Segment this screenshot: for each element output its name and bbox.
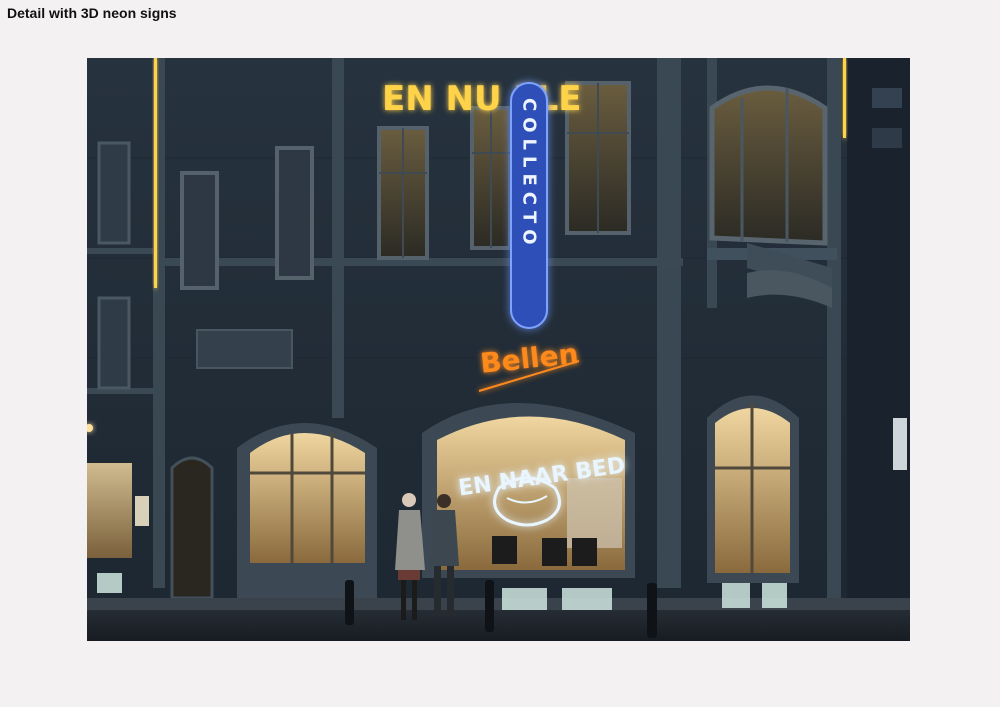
street-scene-illustration: EN NU ELE COLLECTO Bellen EN NAAR BED [87, 58, 910, 641]
vertical-neon-sign: COLLECTO [510, 82, 548, 329]
photo: EN NU ELE COLLECTO Bellen EN NAAR BED [87, 58, 910, 641]
top-neon-sign: EN NU ELE [382, 79, 582, 119]
svg-text:COLLECTO: COLLECTO [519, 98, 540, 251]
hanging-sign [893, 418, 907, 470]
page-title: Detail with 3D neon signs [7, 5, 177, 21]
